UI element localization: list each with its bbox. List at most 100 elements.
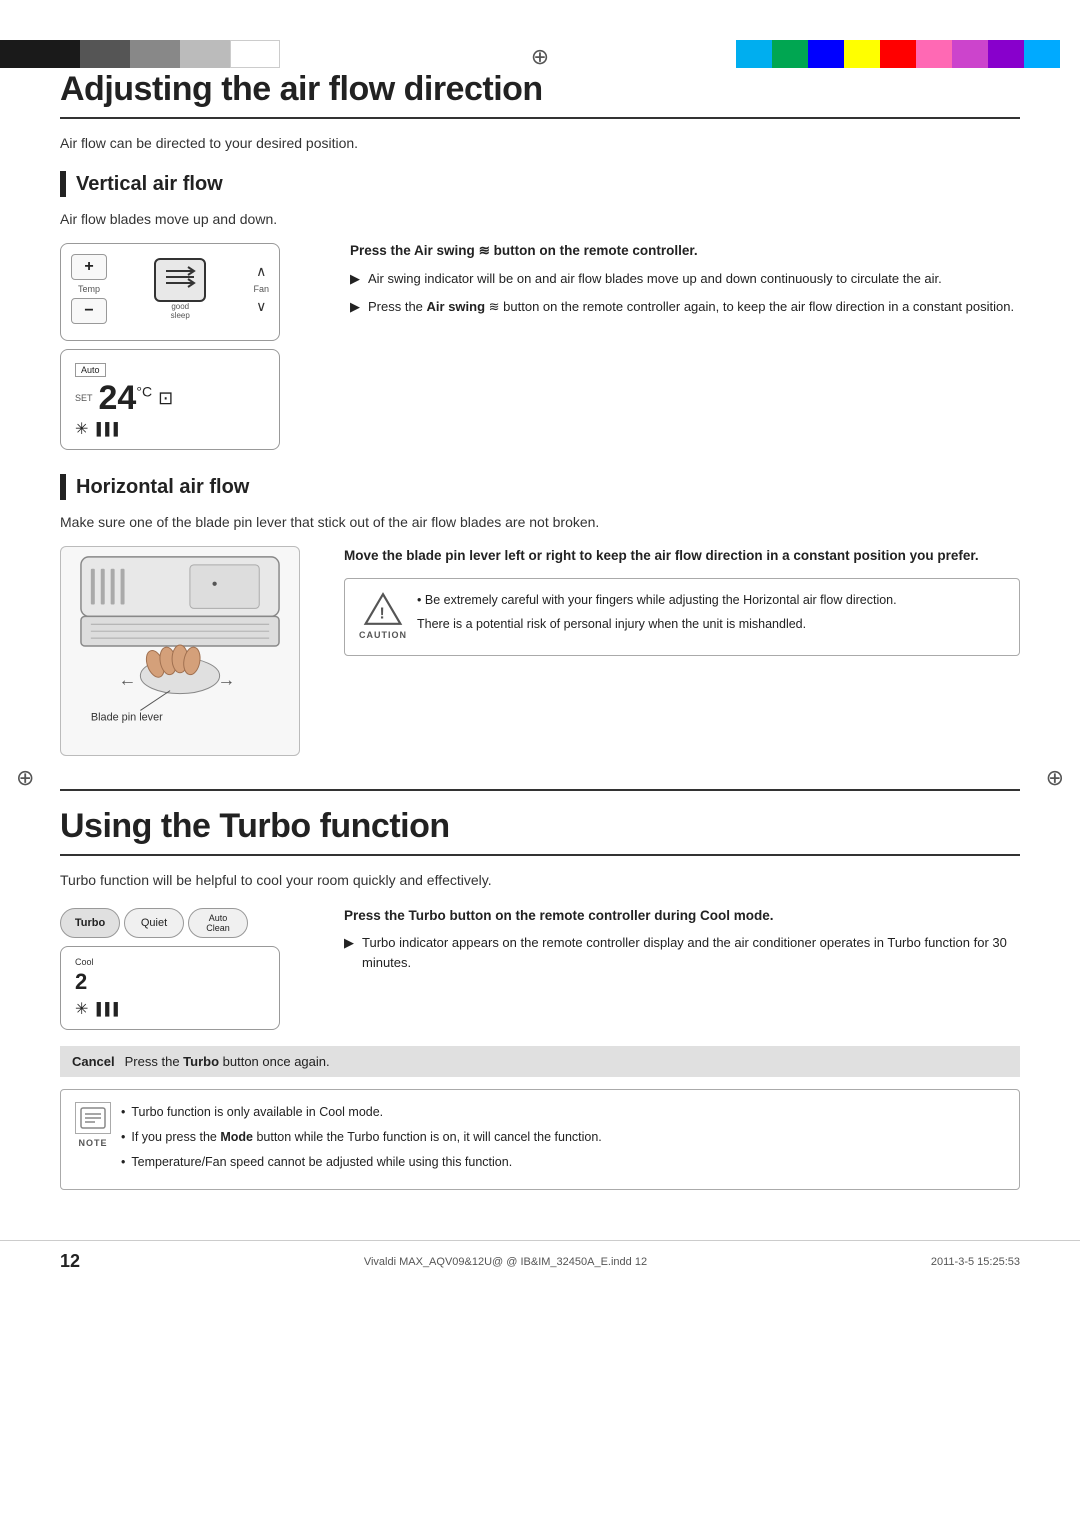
caution-label: CAUTION: [359, 629, 407, 643]
temp-group: + Temp −: [71, 254, 107, 324]
horizontal-layout: ● ← →: [60, 546, 1020, 761]
white-swatch: [230, 40, 280, 68]
bar-icon: ▐▐▐: [92, 422, 118, 436]
turbo-btn-row: Turbo Quiet AutoClean: [60, 908, 320, 938]
cool-label: Cool: [75, 957, 265, 967]
yellow-swatch: [844, 40, 880, 68]
subsection2-bar: [60, 474, 66, 500]
compass-left-icon: ⊕: [16, 765, 34, 791]
color-block-right: [736, 40, 1060, 68]
note-box: NOTE Turbo function is only available in…: [60, 1089, 1020, 1190]
note-label: NOTE: [78, 1136, 107, 1150]
subsection2-heading: Horizontal air flow: [60, 474, 1020, 500]
swing-btn-area: goodsleep: [154, 258, 206, 320]
subsection1-heading: Vertical air flow: [60, 171, 1020, 197]
turbo-instruction: Press the Turbo button on the remote con…: [344, 908, 1020, 923]
quiet-btn-label: Quiet: [141, 917, 167, 929]
turbo-btn: Turbo: [60, 908, 120, 938]
turbo-bullet1-text: Turbo indicator appears on the remote co…: [362, 933, 1020, 972]
quiet-btn: Quiet: [124, 908, 184, 938]
caution-text: • Be extremely careful with your fingers…: [417, 591, 897, 643]
note-item1: Turbo function is only available in Cool…: [121, 1102, 602, 1122]
section2-intro: Turbo function will be helpful to cool y…: [60, 872, 1020, 888]
signal-icon: ⊡: [158, 388, 173, 409]
fan-group: ∧ Fan ∨: [253, 263, 269, 315]
turbo-btn-label: Turbo: [75, 917, 105, 929]
cyan-swatch: [736, 40, 772, 68]
auto-clean-label: AutoClean: [206, 913, 230, 933]
cancel-label: Cancel: [72, 1054, 115, 1069]
horizontal-instruction: Move the blade pin lever left or right t…: [344, 546, 1020, 566]
bullet-arrow-2: ▶: [350, 297, 360, 317]
footer-left: Vivaldi MAX_AQV09&12U@ @ IB&IM_32450A_E.…: [364, 1256, 647, 1268]
down-arrow-icon: ∨: [256, 298, 266, 315]
instruction-bold: Press the Air swing ≋ button on the remo…: [350, 243, 1020, 259]
turbo-bullet1: ▶ Turbo indicator appears on the remote …: [344, 933, 1020, 972]
turbo-display-icons: ✳ ▐▐▐: [75, 999, 265, 1019]
up-arrow-icon: ∧: [256, 263, 266, 280]
subsection1-desc: Air flow blades move up and down.: [60, 211, 1020, 227]
svg-text:→: →: [218, 670, 236, 690]
remote-display: Auto SET 24°C ⊡ ✳ ▐▐▐: [60, 349, 280, 450]
fan-label: Fan: [253, 284, 269, 294]
subsection2-title: Horizontal air flow: [76, 476, 249, 499]
caution-box: ! CAUTION • Be extremely careful with yo…: [344, 578, 1020, 656]
ac-illustration: ● ← →: [60, 546, 320, 761]
subsection1-title: Vertical air flow: [76, 173, 223, 196]
fan-down-arrows: ∨: [253, 298, 269, 315]
page-footer: 12 Vivaldi MAX_AQV09&12U@ @ IB&IM_32450A…: [0, 1240, 1080, 1282]
caution-icon-col: ! CAUTION: [359, 591, 407, 643]
set-label: SET: [75, 393, 93, 403]
bullet1-text: Air swing indicator will be on and air f…: [368, 269, 942, 289]
compass-top-icon: ⊕: [531, 44, 549, 70]
plus-btn: +: [71, 254, 107, 280]
red-swatch: [880, 40, 916, 68]
section-divider: [60, 789, 1020, 791]
turbo-right-col: Press the Turbo button on the remote con…: [344, 908, 1020, 1030]
remote-top: + Temp −: [60, 243, 280, 341]
purple-swatch: [988, 40, 1024, 68]
fan-arrows: ∧: [253, 263, 269, 280]
green-swatch: [772, 40, 808, 68]
caution-text2: There is a potential risk of personal in…: [417, 615, 897, 634]
note-item3: Temperature/Fan speed cannot be adjusted…: [121, 1152, 602, 1172]
footer-right: 2011-3-5 15:25:53: [931, 1256, 1020, 1268]
swing-icon: [162, 263, 198, 297]
caution-text1: • Be extremely careful with your fingers…: [417, 591, 897, 610]
turbo-snowflake-icon: ✳: [75, 999, 88, 1019]
turbo-section: Turbo Quiet AutoClean Cool 2 ✳ ▐▐▐: [60, 908, 1020, 1030]
temp-number: 24: [99, 379, 137, 417]
svg-text:Blade pin lever: Blade pin lever: [91, 711, 163, 723]
vertical-instructions: Press the Air swing ≋ button on the remo…: [350, 243, 1020, 450]
snowflake-icon: ✳: [75, 419, 88, 439]
turbo-left: Turbo Quiet AutoClean Cool 2 ✳ ▐▐▐: [60, 908, 320, 1030]
section1-title: Adjusting the air flow direction: [60, 70, 1020, 119]
svg-text:●: ●: [212, 579, 218, 590]
turbo-bullet-arrow: ▶: [344, 933, 354, 972]
svg-text:←: ←: [119, 670, 137, 690]
note-icon-box: [75, 1102, 111, 1134]
turbo-display: Cool 2 ✳ ▐▐▐: [60, 946, 280, 1030]
black-swatch: [0, 40, 80, 68]
auto-label: Auto: [75, 363, 106, 377]
temp-label: Temp: [71, 284, 107, 294]
dark-gray-swatch: [80, 40, 130, 68]
remote-illustration: + Temp −: [60, 243, 320, 450]
bullet2-text: Press the Air swing ≋ button on the remo…: [368, 297, 1014, 317]
cancel-text: Press the Turbo button once again.: [125, 1054, 330, 1069]
note-icon: [79, 1106, 107, 1130]
display-set-row: SET 24°C ⊡: [75, 381, 265, 415]
cancel-row: Cancel Press the Turbo button once again…: [60, 1046, 1020, 1077]
bullet1: ▶ Air swing indicator will be on and air…: [350, 269, 1020, 289]
ac-unit-svg: ● ← →: [60, 546, 300, 756]
note-icon-col: NOTE: [75, 1102, 111, 1177]
svg-text:!: !: [380, 606, 385, 623]
caution-triangle-icon: !: [363, 591, 403, 627]
temp-value: 24°C: [99, 381, 153, 415]
display-icons: ✳ ▐▐▐: [75, 419, 265, 439]
light-gray-swatch: [180, 40, 230, 68]
sky-blue-swatch: [1024, 40, 1060, 68]
color-block-left: [0, 40, 380, 68]
horizontal-right-col: Move the blade pin lever left or right t…: [344, 546, 1020, 761]
vertical-airflow-section: + Temp −: [60, 243, 1020, 450]
